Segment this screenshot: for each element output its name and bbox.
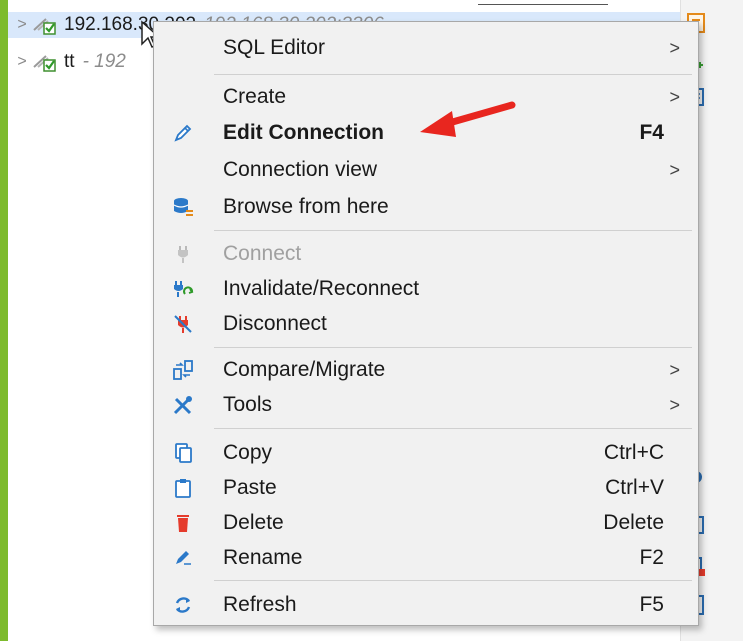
reconnect-icon <box>172 278 194 300</box>
menu-item-label: Create <box>223 85 287 108</box>
menu-item-rename[interactable]: Rename F2 <box>154 541 698 575</box>
menu-item-label: SQL Editor <box>223 36 325 59</box>
menu-separator <box>214 580 692 581</box>
menu-item-label: Rename <box>223 546 303 569</box>
paste-icon <box>172 477 194 499</box>
menu-item-label: Edit Connection <box>223 121 384 144</box>
menu-item-delete[interactable]: Delete Delete <box>154 506 698 540</box>
submenu-chevron-icon: > <box>669 394 680 415</box>
menu-item-label: Tools <box>223 393 273 416</box>
pencil-icon <box>172 122 194 144</box>
menu-item-shortcut: Ctrl+C <box>603 441 664 464</box>
expand-chevron-icon[interactable]: > <box>12 53 32 71</box>
tools-icon <box>172 394 194 416</box>
menu-item-compare-migrate[interactable]: Compare/Migrate > <box>154 353 698 387</box>
database-icon <box>172 196 194 218</box>
submenu-chevron-icon: > <box>669 37 680 58</box>
menu-item-disconnect[interactable]: Disconnect <box>154 307 698 341</box>
menu-separator <box>214 74 692 75</box>
menu-item-shortcut: F5 <box>639 593 664 616</box>
menu-item-label: Connection view <box>223 158 378 181</box>
menu-item-browse-from-here[interactable]: Browse from here <box>154 190 698 224</box>
menu-item-paste[interactable]: Paste Ctrl+V <box>154 471 698 505</box>
connection-connected-icon <box>32 15 58 35</box>
menu-separator <box>214 230 692 231</box>
menu-item-refresh[interactable]: Refresh F5 <box>154 588 698 622</box>
compare-icon <box>172 359 194 381</box>
submenu-chevron-icon: > <box>669 159 680 180</box>
disconnect-icon <box>172 313 194 335</box>
connection-connected-icon <box>32 52 58 72</box>
menu-item-invalidate-reconnect[interactable]: Invalidate/Reconnect <box>154 272 698 306</box>
menu-item-label: Browse from here <box>223 195 389 218</box>
connection-description: - 192 <box>82 51 126 72</box>
copy-icon <box>172 442 194 464</box>
menu-item-sql-editor[interactable]: SQL Editor > <box>154 31 698 65</box>
annotation-arrow-icon <box>420 101 516 137</box>
trash-icon <box>172 512 194 534</box>
menu-item-label: Delete <box>223 511 284 534</box>
divider <box>478 0 608 5</box>
menu-separator <box>214 428 692 429</box>
menu-item-label: Paste <box>223 476 277 499</box>
menu-item-shortcut: F2 <box>639 546 664 569</box>
plug-icon <box>172 243 194 265</box>
menu-item-label: Copy <box>223 441 273 464</box>
menu-item-label: Connect <box>223 242 302 265</box>
screen: > 192.168.30.202 192.168.30.202:3306 > <box>0 0 743 641</box>
menu-item-copy[interactable]: Copy Ctrl+C <box>154 436 698 470</box>
menu-separator <box>214 347 692 348</box>
expand-chevron-icon[interactable]: > <box>12 16 32 34</box>
menu-item-shortcut: F4 <box>639 121 664 144</box>
menu-item-label: Disconnect <box>223 312 327 335</box>
menu-item-shortcut: Ctrl+V <box>605 476 664 499</box>
submenu-chevron-icon: > <box>669 86 680 107</box>
menu-item-label: Compare/Migrate <box>223 358 386 381</box>
menu-item-tools[interactable]: Tools > <box>154 388 698 422</box>
submenu-chevron-icon: > <box>669 359 680 380</box>
menu-item-shortcut: Delete <box>603 511 664 534</box>
menu-item-label: Refresh <box>223 593 297 616</box>
refresh-icon <box>172 594 194 616</box>
rename-icon <box>172 547 194 569</box>
connection-color-stripe <box>0 0 8 641</box>
menu-item-label: Invalidate/Reconnect <box>223 277 420 300</box>
menu-item-connect[interactable]: Connect <box>154 237 698 271</box>
connection-name: tt <box>64 51 75 72</box>
menu-item-connection-view[interactable]: Connection view > <box>154 153 698 187</box>
